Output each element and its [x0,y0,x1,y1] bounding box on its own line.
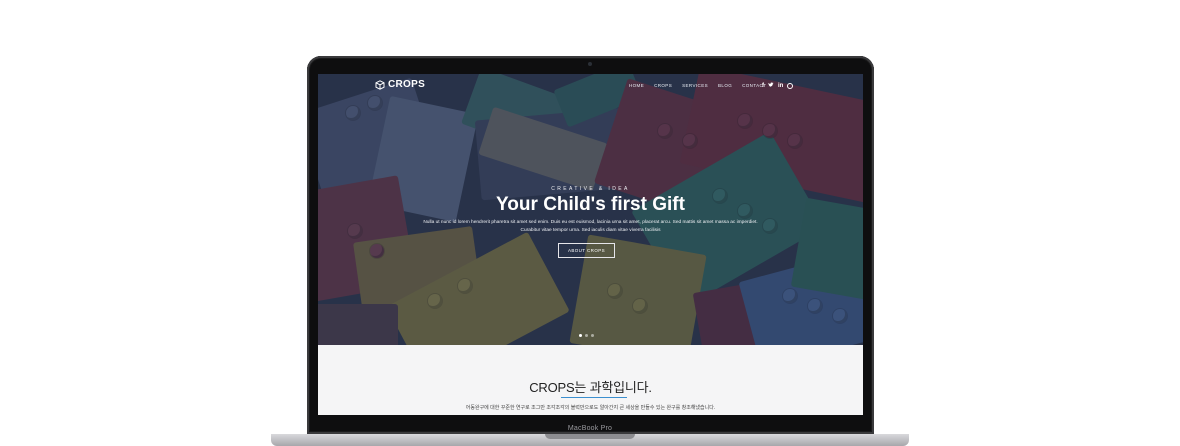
main-menu: HOME CROPS SERVICES BLOG CONTACT [629,83,766,88]
hero-eyebrow: CREATIVE & IDEA [551,186,630,192]
laptop-notch [545,434,635,439]
site-logo[interactable]: CROPS [375,79,425,90]
about-section: CROPS는 과학입니다. 어동완구에 대한 꾸준한 연구로 조그만 조각조각의… [318,345,863,415]
about-crops-button[interactable]: ABOUT CROPS [558,243,615,258]
slider-dot-1[interactable] [579,334,582,337]
menu-item-services[interactable]: SERVICES [682,83,708,88]
device-label: MacBook Pro [567,425,613,432]
about-description: 어동완구에 대한 꾸준한 연구로 조그만 조각조각의 블럭만으로도 알아간지 큰… [465,405,716,411]
menu-item-crops[interactable]: CROPS [654,83,672,88]
logo-text: CROPS [388,79,426,90]
top-navigation: CROPS HOME CROPS SERVICES BLOG CONTACT f… [318,74,863,96]
laptop-screen: CROPS HOME CROPS SERVICES BLOG CONTACT f… [318,74,863,415]
hero-section: CROPS HOME CROPS SERVICES BLOG CONTACT f… [318,74,863,345]
facebook-icon[interactable]: f [762,83,764,89]
slider-dot-3[interactable] [591,334,594,337]
cube-logo-icon [375,79,385,90]
hero-title: Your Child's first Gift [496,194,685,215]
social-links: f in [762,82,794,90]
hero-description: Nulla ut nunc id lorem hendrerit pharetr… [423,220,758,233]
title-underline [561,397,627,398]
slider-pagination [579,334,594,337]
linkedin-icon[interactable]: in [778,83,783,89]
about-title: CROPS는 과학입니다. [529,380,652,395]
menu-item-home[interactable]: HOME [629,83,644,88]
dribbble-icon[interactable] [787,83,794,89]
menu-item-blog[interactable]: BLOG [718,83,732,88]
slider-dot-2[interactable] [585,334,588,337]
camera-dot [588,62,592,66]
twitter-icon[interactable] [768,82,774,90]
